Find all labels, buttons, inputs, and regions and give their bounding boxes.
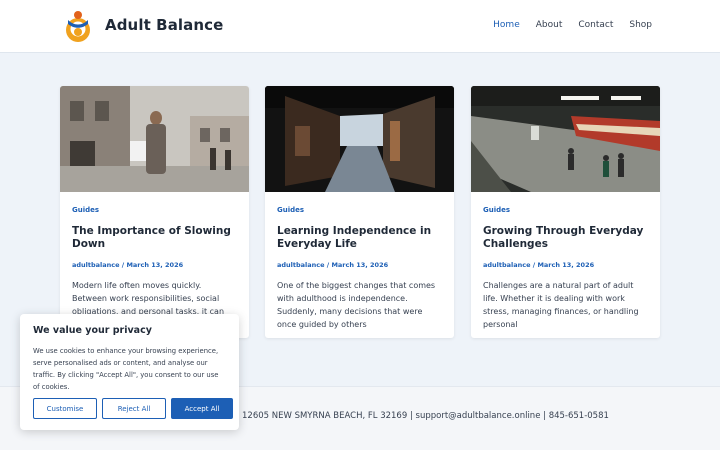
post-excerpt: Modern life often moves quickly. Between… [72, 281, 225, 316]
customise-button[interactable]: Customise [33, 398, 97, 419]
post-title[interactable]: Growing Through Everyday Challenges [483, 225, 648, 251]
nav-about[interactable]: About [536, 20, 563, 30]
post-image-alley[interactable] [265, 86, 454, 192]
post-image-subway[interactable] [471, 86, 660, 192]
cookie-buttons: Customise Reject All Accept All [33, 398, 233, 419]
post-meta[interactable]: adultbalance / March 13, 2026 [72, 261, 237, 269]
post-meta[interactable]: adultbalance / March 13, 2026 [483, 261, 648, 269]
site-title[interactable]: Adult Balance [105, 16, 223, 34]
post-meta[interactable]: adultbalance / March 13, 2026 [277, 261, 442, 269]
post-title[interactable]: The Importance of Slowing Down [72, 225, 237, 251]
post-category[interactable]: Guides [483, 206, 648, 214]
post-excerpt: Challenges are a natural part of adult l… [483, 281, 639, 329]
nav-contact[interactable]: Contact [578, 20, 613, 30]
nav-shop[interactable]: Shop [629, 20, 652, 30]
post-title[interactable]: Learning Independence in Everyday Life [277, 225, 442, 251]
post-excerpt: One of the biggest changes that comes wi… [277, 281, 436, 329]
site-header: Adult Balance Home About Contact Shop [0, 0, 720, 53]
cookie-text: We use cookies to enhance your browsing … [33, 347, 219, 391]
accept-all-button[interactable]: Accept All [171, 398, 233, 419]
cookie-title: We value your privacy [33, 325, 152, 336]
post-category[interactable]: Guides [72, 206, 237, 214]
post-card: Guides Growing Through Everyday Challeng… [471, 86, 660, 338]
post-category[interactable]: Guides [277, 206, 442, 214]
post-card: Guides Learning Independence in Everyday… [265, 86, 454, 338]
main-nav: Home About Contact Shop [493, 20, 652, 30]
footer-contact-info: 12605 NEW SMYRNA BEACH, FL 32169 | suppo… [242, 411, 609, 421]
post-card: Guides The Importance of Slowing Down ad… [60, 86, 249, 338]
post-image-street[interactable] [60, 86, 249, 192]
cookie-consent-banner: We value your privacy We use cookies to … [20, 314, 239, 430]
nav-home[interactable]: Home [493, 20, 520, 30]
reject-all-button[interactable]: Reject All [102, 398, 166, 419]
site-logo-icon[interactable] [64, 10, 92, 44]
